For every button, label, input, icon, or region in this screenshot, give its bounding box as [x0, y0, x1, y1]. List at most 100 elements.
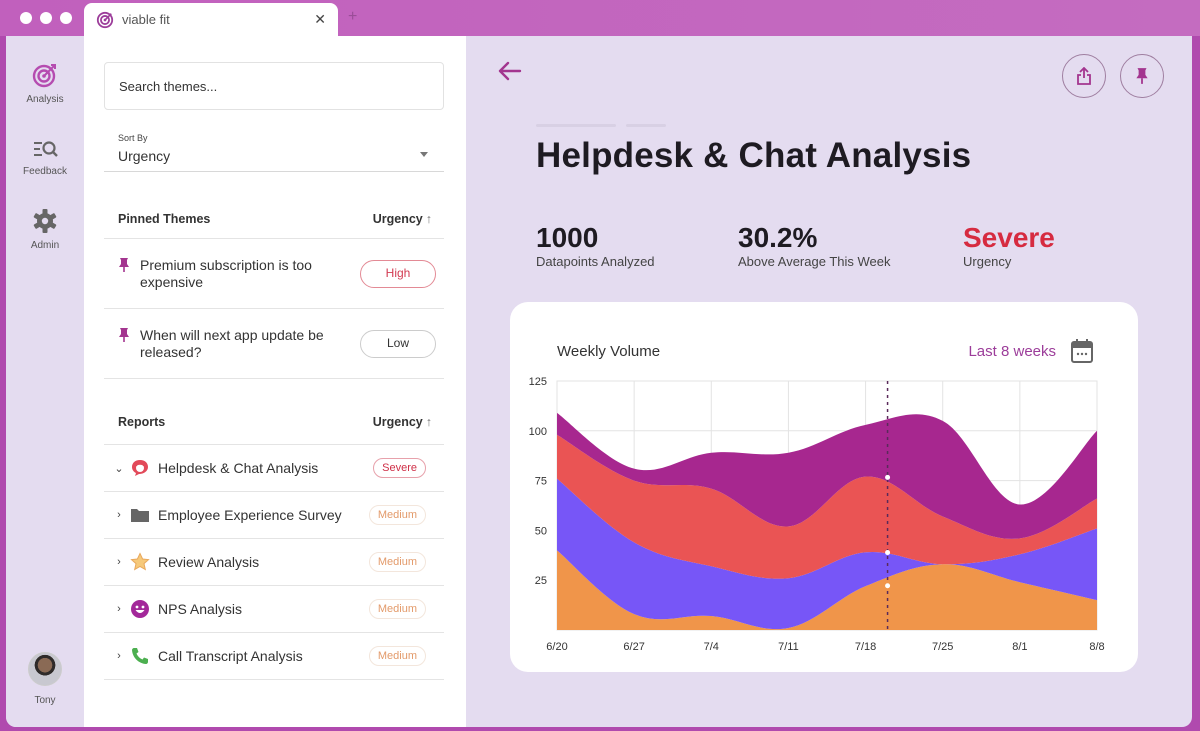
y-tick-label: 125 [529, 376, 547, 388]
pinned-themes-header: Pinned Themes Urgency ↑ [104, 199, 444, 239]
report-item-employee-survey[interactable]: › Employee Experience Survey Medium [104, 492, 444, 539]
chevron-right-icon[interactable]: › [112, 509, 126, 521]
reports-sort-toggle[interactable]: Urgency ↑ [373, 415, 432, 429]
report-detail: Helpdesk & Chat Analysis 1000 Datapoints… [466, 36, 1192, 727]
pinned-sort-toggle[interactable]: Urgency ↑ [373, 212, 432, 226]
app-window: Analysis Feedback Admin Tony Search them… [6, 36, 1192, 727]
window-controls [20, 12, 72, 24]
chevron-down-icon[interactable]: ⌄ [112, 462, 126, 475]
date-range-selector[interactable]: Last 8 weeks [968, 343, 1056, 360]
report-name: NPS Analysis [158, 601, 243, 617]
close-tab-icon[interactable]: ✕ [314, 11, 326, 28]
chevron-right-icon[interactable]: › [112, 603, 126, 615]
report-item-review-analysis[interactable]: › Review Analysis Medium [104, 539, 444, 586]
urgency-pill[interactable]: Low [360, 329, 436, 358]
nav-item-feedback[interactable]: Feedback [6, 138, 84, 177]
new-tab-button[interactable]: + [348, 8, 357, 26]
chevron-down-icon [420, 152, 428, 157]
star-icon [130, 552, 150, 572]
list-search-icon [34, 141, 58, 157]
sort-by-select[interactable]: Sort By Urgency [104, 130, 444, 172]
urgency-badge: Medium [368, 552, 426, 572]
page-title: Helpdesk & Chat Analysis [536, 136, 972, 175]
sort-arrow-up-icon: ↑ [425, 415, 432, 429]
breadcrumb-placeholder [626, 124, 666, 127]
x-tick-label: 8/1 [1012, 641, 1027, 653]
highlight-point [885, 550, 891, 556]
nav-label: Feedback [23, 166, 67, 177]
stat-above-average: 30.2% Above Average This Week [738, 222, 890, 269]
stat-label: Datapoints Analyzed [536, 254, 655, 269]
breadcrumb [536, 124, 666, 127]
target-icon [32, 64, 56, 88]
user-name: Tony [34, 695, 56, 706]
pin-button[interactable] [1120, 54, 1164, 98]
browser-tab[interactable]: viable fit ✕ [84, 3, 338, 36]
report-item-helpdesk[interactable]: ⌄ Helpdesk & Chat Analysis Severe [104, 445, 444, 492]
urgency-badge: Medium [368, 505, 426, 525]
x-tick-label: 6/27 [623, 641, 644, 653]
nav-item-analysis[interactable]: Analysis [6, 62, 84, 105]
smiley-icon [130, 599, 150, 619]
nav-item-admin[interactable]: Admin [6, 208, 84, 251]
report-name: Review Analysis [158, 554, 260, 570]
reports-title: Reports [118, 415, 166, 429]
x-tick-label: 7/11 [778, 641, 799, 653]
user-profile[interactable]: Tony [6, 652, 84, 706]
pinned-sort-label: Urgency [372, 211, 423, 226]
sort-by-label: Sort By [118, 133, 148, 143]
urgency-pill[interactable]: High [360, 259, 436, 288]
stat-label: Above Average This Week [738, 254, 891, 269]
search-themes-input[interactable] [104, 62, 444, 110]
reports-sort-label: Urgency [372, 415, 423, 429]
gear-icon [33, 209, 57, 233]
report-item-call-transcript[interactable]: › Call Transcript Analysis Medium [104, 633, 444, 680]
sort-arrow-up-icon: ↑ [425, 211, 432, 226]
sort-by-value: Urgency [118, 148, 171, 164]
urgency-badge: Medium [368, 599, 426, 619]
avatar [28, 652, 62, 686]
pinned-themes-title: Pinned Themes [118, 211, 211, 226]
x-tick-label: 7/18 [855, 641, 876, 653]
y-tick-label: 75 [535, 476, 547, 488]
chevron-right-icon[interactable]: › [112, 650, 126, 662]
report-name: Employee Experience Survey [158, 507, 342, 523]
pinned-theme-item[interactable]: When will next app update be released? L… [104, 309, 444, 379]
pin-icon [1136, 68, 1148, 84]
x-tick-label: 8/8 [1089, 641, 1104, 653]
nav-label: Admin [30, 240, 60, 251]
chat-bubble-icon [130, 458, 150, 478]
pinned-theme-item[interactable]: Premium subscription is too expensive Hi… [104, 239, 444, 309]
phone-icon [130, 646, 150, 666]
report-name: Call Transcript Analysis [158, 648, 303, 664]
window-close-dot[interactable] [20, 12, 32, 24]
nav-label: Analysis [26, 94, 64, 105]
window-minimize-dot[interactable] [40, 12, 52, 24]
stat-datapoints: 1000 Datapoints Analyzed [536, 222, 655, 269]
calendar-icon[interactable] [1070, 338, 1094, 364]
report-item-nps-analysis[interactable]: › NPS Analysis Medium [104, 586, 444, 633]
reports-header: Reports Urgency ↑ [104, 400, 444, 445]
browser-titlebar: viable fit ✕ + [0, 0, 1200, 36]
back-arrow-icon[interactable] [496, 60, 522, 82]
pinned-theme-text: Premium subscription is too expensive [140, 256, 312, 290]
stat-value: 30.2% [738, 222, 818, 253]
y-tick-label: 100 [529, 426, 547, 438]
x-tick-label: 7/25 [932, 641, 953, 653]
share-button[interactable] [1062, 54, 1106, 98]
pinned-theme-text: When will next app update be released? [140, 326, 324, 360]
stat-value: Severe [963, 222, 1055, 253]
stat-label: Urgency [963, 254, 1012, 269]
weekly-volume-card: 25 50 75 100 125 6/20 6/27 7/4 7/11 7/18 7/25 8/1 8/… [510, 302, 1138, 672]
share-icon [1077, 67, 1091, 85]
chevron-right-icon[interactable]: › [112, 556, 126, 568]
y-tick-label: 25 [535, 575, 547, 587]
window-maximize-dot[interactable] [60, 12, 72, 24]
urgency-badge: Medium [368, 646, 426, 666]
pin-icon [119, 258, 129, 272]
folder-icon [130, 505, 150, 525]
stat-urgency: Severe Urgency [963, 222, 1055, 269]
chart-title: Weekly Volume [557, 343, 661, 360]
x-tick-label: 7/4 [704, 641, 719, 653]
urgency-badge: Severe [373, 458, 426, 478]
